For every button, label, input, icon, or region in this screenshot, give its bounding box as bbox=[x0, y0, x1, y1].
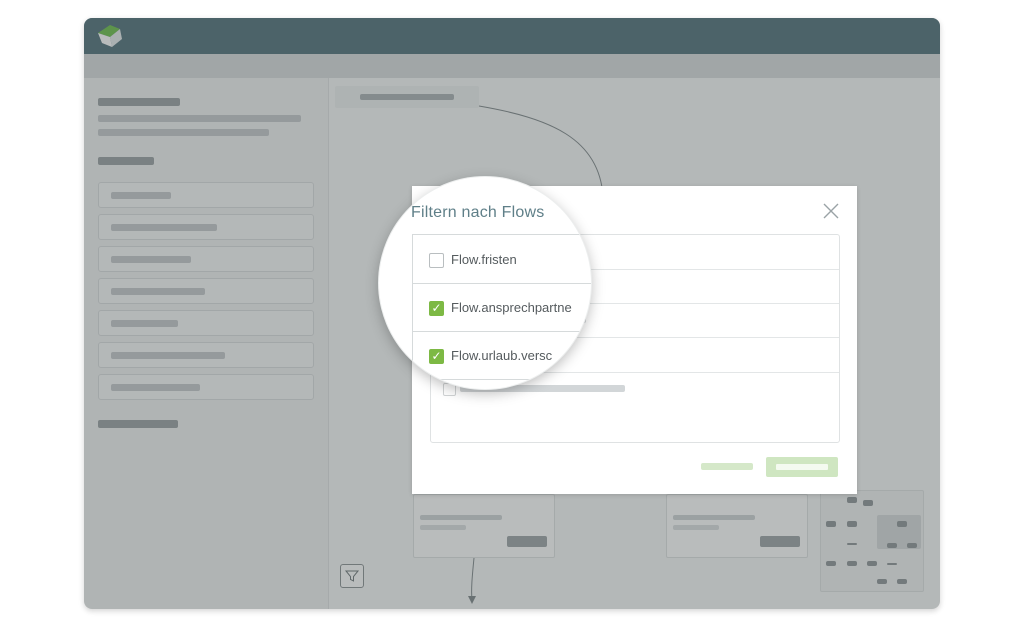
minimap-block bbox=[897, 521, 907, 527]
checkbox-unchecked[interactable] bbox=[429, 253, 444, 268]
flow-node-label bbox=[420, 515, 502, 520]
sidebar-item-label bbox=[111, 320, 178, 327]
minimap-block bbox=[826, 521, 836, 527]
flow-node-sublabel bbox=[673, 525, 719, 530]
checkmark-icon[interactable]: ✓ bbox=[429, 349, 444, 364]
title-bar bbox=[84, 18, 940, 54]
minimap-block bbox=[863, 500, 873, 506]
minimap[interactable] bbox=[820, 490, 924, 592]
sidebar-item[interactable] bbox=[98, 214, 314, 240]
flow-option-ansprechpartner[interactable]: ✓ Flow.ansprechpartne bbox=[413, 283, 591, 332]
dialog-title: Filtern nach Flows bbox=[411, 204, 545, 221]
flow-option-list-zoomed: Flow.fristen ✓ Flow.ansprechpartne ✓ Flo… bbox=[412, 234, 591, 389]
sidebar-item-label bbox=[111, 224, 217, 231]
sidebar bbox=[84, 78, 329, 609]
minimap-block bbox=[847, 521, 857, 527]
flow-option-fristen[interactable]: Flow.fristen bbox=[413, 235, 591, 284]
flow-node[interactable] bbox=[413, 494, 555, 558]
minimap-block bbox=[847, 543, 857, 545]
sidebar-item[interactable] bbox=[98, 342, 314, 368]
minimap-block bbox=[897, 579, 907, 584]
leaf-logo-icon bbox=[98, 25, 122, 47]
sidebar-text-line bbox=[98, 129, 269, 136]
checkmark-icon[interactable]: ✓ bbox=[429, 301, 444, 316]
funnel-icon bbox=[344, 570, 360, 582]
magnifier-callout: Filtern nach Flows Flow.fristen ✓ Flow.a… bbox=[379, 177, 591, 389]
close-icon[interactable] bbox=[822, 202, 840, 220]
flow-option-label: Flow.urlaub.versc bbox=[451, 348, 553, 363]
sidebar-item[interactable] bbox=[98, 246, 314, 272]
flow-option-urlaub[interactable]: ✓ Flow.urlaub.versc bbox=[413, 331, 591, 380]
sidebar-item[interactable] bbox=[98, 310, 314, 336]
flow-node-button[interactable] bbox=[507, 536, 547, 547]
flow-option-label: Flow.fristen bbox=[451, 252, 517, 267]
filter-button[interactable] bbox=[340, 564, 364, 588]
sidebar-item-label bbox=[111, 352, 225, 359]
minimap-block bbox=[847, 561, 857, 566]
sidebar-item[interactable] bbox=[98, 182, 314, 208]
sidebar-item-label bbox=[111, 288, 205, 295]
minimap-block bbox=[867, 561, 877, 566]
sidebar-text-line bbox=[98, 115, 301, 122]
sidebar-item-label bbox=[111, 192, 171, 199]
minimap-block bbox=[907, 543, 917, 548]
minimap-block bbox=[847, 497, 857, 503]
flow-node[interactable] bbox=[666, 494, 808, 558]
minimap-block bbox=[826, 561, 836, 566]
minimap-block bbox=[887, 543, 897, 548]
flow-node-sublabel bbox=[420, 525, 466, 530]
flow-node-button[interactable] bbox=[760, 536, 800, 547]
sidebar-item-label bbox=[111, 256, 191, 263]
sidebar-item[interactable] bbox=[98, 278, 314, 304]
sidebar-footer-heading bbox=[98, 420, 178, 428]
minimap-block bbox=[887, 563, 897, 565]
sidebar-subheading bbox=[98, 157, 154, 165]
sidebar-heading bbox=[98, 98, 180, 106]
minimap-block bbox=[877, 579, 887, 584]
sidebar-item-label bbox=[111, 384, 200, 391]
flow-option-label: Flow.ansprechpartne bbox=[451, 300, 572, 315]
cancel-button[interactable] bbox=[701, 463, 753, 470]
apply-filter-button-label bbox=[776, 464, 828, 470]
sidebar-item[interactable] bbox=[98, 374, 314, 400]
toolbar bbox=[84, 54, 940, 78]
flow-node-label bbox=[673, 515, 755, 520]
apply-filter-button[interactable] bbox=[766, 457, 838, 477]
